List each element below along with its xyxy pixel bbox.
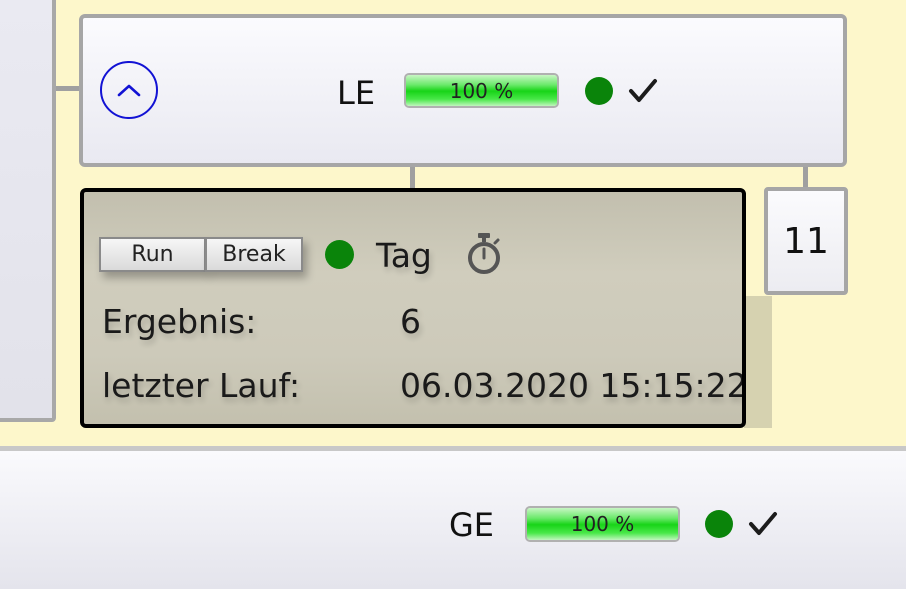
connector-line (410, 166, 415, 189)
chevron-up-icon (117, 84, 141, 97)
last-run-label: letzter Lauf: (102, 366, 301, 405)
le-progress-label: 100 % (449, 78, 514, 103)
checkmark-icon (629, 79, 657, 102)
connector-line (803, 166, 808, 189)
checkmark-icon (749, 512, 777, 535)
stopwatch-icon[interactable] (466, 232, 502, 276)
schedule-label: Tag (376, 236, 432, 275)
ge-node-title: GE (449, 506, 495, 544)
last-run-value: 06.03.2020 15:15:22 (400, 366, 746, 405)
ge-status-indicator (705, 510, 733, 538)
left-node-panel (0, 0, 56, 422)
ge-progress-label: 100 % (570, 512, 635, 536)
detail-panel: Run Break Tag Ergebnis: 6 letzter Lauf: … (80, 188, 746, 428)
le-progress-bar: 100 % (404, 73, 559, 108)
ge-progress-bar: 100 % (525, 506, 680, 542)
break-button[interactable]: Break (205, 237, 303, 272)
detail-panel-shadow (744, 296, 772, 428)
count-box[interactable]: 11 (764, 187, 848, 295)
result-label: Ergebnis: (102, 302, 257, 341)
run-button[interactable]: Run (99, 237, 206, 272)
result-value: 6 (400, 302, 421, 341)
le-status-indicator (585, 77, 613, 105)
le-node-title: LE (337, 74, 376, 112)
connector-line (56, 86, 80, 91)
detail-status-indicator (325, 240, 354, 269)
collapse-button[interactable] (100, 61, 158, 119)
